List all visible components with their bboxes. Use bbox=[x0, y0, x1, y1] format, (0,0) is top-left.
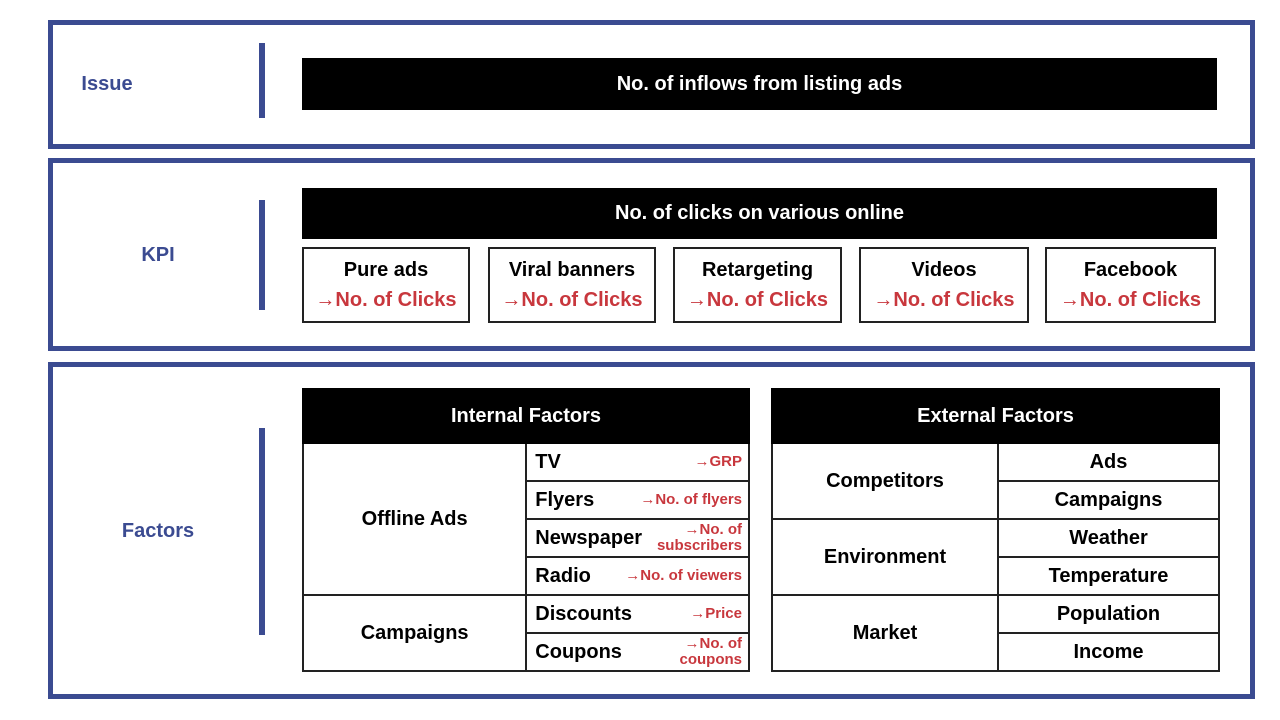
item-temperature: Temperature bbox=[997, 556, 1220, 596]
issue-content: No. of inflows from listing ads bbox=[302, 58, 1217, 110]
kpi-title: Viral banners bbox=[508, 259, 636, 281]
item-flyers: Flyers →No. of flyers bbox=[525, 480, 750, 520]
kpi-header: No. of clicks on various online bbox=[302, 188, 1217, 239]
kpi-metric: →No. of Clicks bbox=[686, 289, 829, 311]
kpi-metric: →No. of Clicks bbox=[1059, 289, 1202, 311]
kpi-metric: →No. of Clicks bbox=[501, 289, 643, 311]
issue-divider bbox=[259, 43, 265, 118]
kpi-title: Facebook bbox=[1083, 259, 1178, 281]
item-discounts: Discounts →Price bbox=[525, 594, 750, 634]
kpi-metric: →No. of Clicks bbox=[315, 289, 457, 311]
kpi-divider bbox=[259, 200, 265, 310]
item-metric: →Price bbox=[690, 605, 742, 622]
group-campaigns: Campaigns bbox=[301, 594, 528, 672]
external-factors-table: External Factors Competitors Ads Campaig… bbox=[771, 388, 1220, 672]
item-name: Coupons bbox=[535, 640, 622, 663]
item-tv: TV →GRP bbox=[525, 442, 750, 482]
item-name: Flyers bbox=[535, 488, 595, 511]
kpi-title: Pure ads bbox=[343, 259, 429, 281]
group-offline-ads: Offline Ads bbox=[301, 442, 528, 596]
item-income: Income bbox=[997, 632, 1220, 672]
kpi-item-videos: Videos →No. of Clicks bbox=[859, 247, 1029, 323]
item-name: TV bbox=[535, 450, 561, 473]
factors-label: Factors bbox=[121, 520, 195, 542]
internal-factors-header: Internal Factors bbox=[302, 388, 750, 444]
group-competitors: Competitors bbox=[771, 442, 999, 520]
internal-factors-table: Internal Factors Offline Ads TV →GRP Fly… bbox=[301, 388, 750, 672]
item-weather: Weather bbox=[997, 518, 1220, 558]
kpi-metric: →No. of Clicks bbox=[873, 289, 1015, 311]
group-market: Market bbox=[771, 594, 999, 672]
item-name: Discounts bbox=[535, 602, 632, 625]
item-metric: →No. of flyers bbox=[640, 491, 742, 508]
item-metric: →No. of subscribers bbox=[656, 521, 742, 554]
kpi-title: Videos bbox=[911, 259, 977, 281]
item-metric: →GRP bbox=[694, 453, 742, 470]
item-name: Newspaper bbox=[535, 526, 642, 549]
item-radio: Radio →No. of viewers bbox=[525, 556, 750, 596]
factors-divider bbox=[259, 428, 265, 635]
kpi-item-retargeting: Retargeting →No. of Clicks bbox=[673, 247, 842, 323]
item-metric: →No. of coupons bbox=[679, 635, 743, 668]
group-environment: Environment bbox=[771, 518, 999, 596]
kpi-title: Retargeting bbox=[701, 259, 814, 281]
item-population: Population bbox=[997, 594, 1220, 634]
kpi-item-pure-ads: Pure ads →No. of Clicks bbox=[302, 247, 470, 323]
issue-label: Issue bbox=[81, 73, 133, 95]
item-newspaper: Newspaper →No. of subscribers bbox=[525, 518, 750, 558]
item-coupons: Coupons →No. of coupons bbox=[525, 632, 750, 672]
item-campaigns: Campaigns bbox=[997, 480, 1220, 520]
external-factors-header: External Factors bbox=[771, 388, 1220, 444]
kpi-item-viral-banners: Viral banners →No. of Clicks bbox=[488, 247, 656, 323]
kpi-item-facebook: Facebook →No. of Clicks bbox=[1045, 247, 1216, 323]
item-name: Radio bbox=[535, 564, 591, 587]
item-metric: →No. of viewers bbox=[625, 567, 742, 584]
kpi-label: KPI bbox=[141, 244, 175, 266]
item-ads: Ads bbox=[997, 442, 1220, 482]
